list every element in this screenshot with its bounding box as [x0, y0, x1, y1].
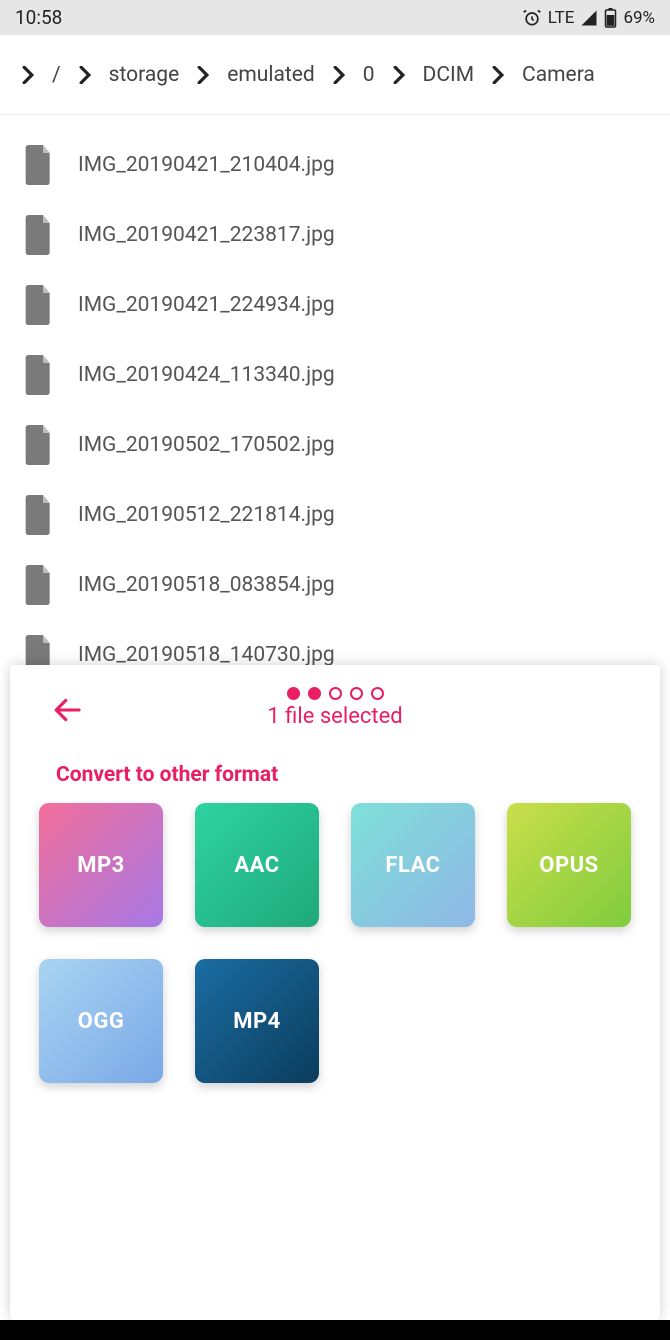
network-label: LTE [548, 8, 575, 28]
file-row[interactable]: IMG_20190421_224934.jpg [0, 270, 670, 340]
breadcrumb[interactable]: / storage emulated 0 DCIM Camera [0, 35, 670, 115]
progress-dot [308, 687, 321, 700]
file-name: IMG_20190424_113340.jpg [78, 363, 335, 387]
battery-label: 69% [623, 8, 655, 28]
alarm-icon [522, 8, 542, 28]
breadcrumb-root[interactable]: / [52, 63, 61, 87]
sheet-header: 1 file selected [18, 683, 652, 743]
file-list[interactable]: IMG_20190421_210404.jpg IMG_20190421_223… [0, 115, 670, 690]
file-icon [22, 215, 56, 255]
format-tile-aac[interactable]: AAC [195, 803, 319, 927]
battery-icon [604, 8, 617, 28]
status-bar: 10:58 LTE 69% [0, 0, 670, 35]
signal-icon [580, 9, 598, 27]
nav-bar[interactable] [0, 1320, 670, 1340]
file-icon [22, 145, 56, 185]
file-name: IMG_20190421_210404.jpg [78, 153, 335, 177]
breadcrumb-item[interactable]: storage [109, 63, 180, 87]
progress-dot [329, 687, 342, 700]
format-grid: MP3 AAC FLAC OPUS OGG MP4 [18, 803, 652, 1083]
format-tile-mp4[interactable]: MP4 [195, 959, 319, 1083]
breadcrumb-item[interactable]: 0 [363, 63, 375, 87]
sheet-section-title: Convert to other format [56, 763, 652, 787]
chevron-right-icon [333, 66, 345, 84]
format-tile-mp3[interactable]: MP3 [39, 803, 163, 927]
progress-dot [287, 687, 300, 700]
sheet-subtitle: 1 file selected [267, 704, 402, 729]
file-row[interactable]: IMG_20190424_113340.jpg [0, 340, 670, 410]
progress-dots [287, 687, 384, 700]
chevron-right-icon [79, 66, 91, 84]
format-tile-ogg[interactable]: OGG [39, 959, 163, 1083]
file-row[interactable]: IMG_20190421_210404.jpg [0, 130, 670, 200]
file-icon [22, 355, 56, 395]
file-name: IMG_20190502_170502.jpg [78, 433, 335, 457]
chevron-right-icon [393, 66, 405, 84]
file-name: IMG_20190421_223817.jpg [78, 223, 335, 247]
file-icon [22, 425, 56, 465]
chevron-right-icon [22, 66, 34, 84]
status-right: LTE 69% [522, 8, 655, 28]
file-row[interactable]: IMG_20190421_223817.jpg [0, 200, 670, 270]
file-row[interactable]: IMG_20190518_083854.jpg [0, 550, 670, 620]
progress-dot [350, 687, 363, 700]
breadcrumb-item[interactable]: DCIM [423, 63, 475, 87]
progress-dot [371, 687, 384, 700]
file-name: IMG_20190518_083854.jpg [78, 573, 335, 597]
format-tile-flac[interactable]: FLAC [351, 803, 475, 927]
breadcrumb-item[interactable]: emulated [227, 63, 315, 87]
file-row[interactable]: IMG_20190502_170502.jpg [0, 410, 670, 480]
bottom-sheet: 1 file selected Convert to other format … [10, 665, 660, 1320]
format-tile-opus[interactable]: OPUS [507, 803, 631, 927]
file-icon [22, 565, 56, 605]
file-name: IMG_20190518_140730.jpg [78, 643, 335, 667]
chevron-right-icon [492, 66, 504, 84]
file-row[interactable]: IMG_20190512_221814.jpg [0, 480, 670, 550]
status-time: 10:58 [15, 6, 62, 29]
breadcrumb-item[interactable]: Camera [522, 63, 595, 87]
file-name: IMG_20190421_224934.jpg [78, 293, 335, 317]
chevron-right-icon [197, 66, 209, 84]
file-name: IMG_20190512_221814.jpg [78, 503, 335, 527]
file-icon [22, 495, 56, 535]
file-icon [22, 285, 56, 325]
